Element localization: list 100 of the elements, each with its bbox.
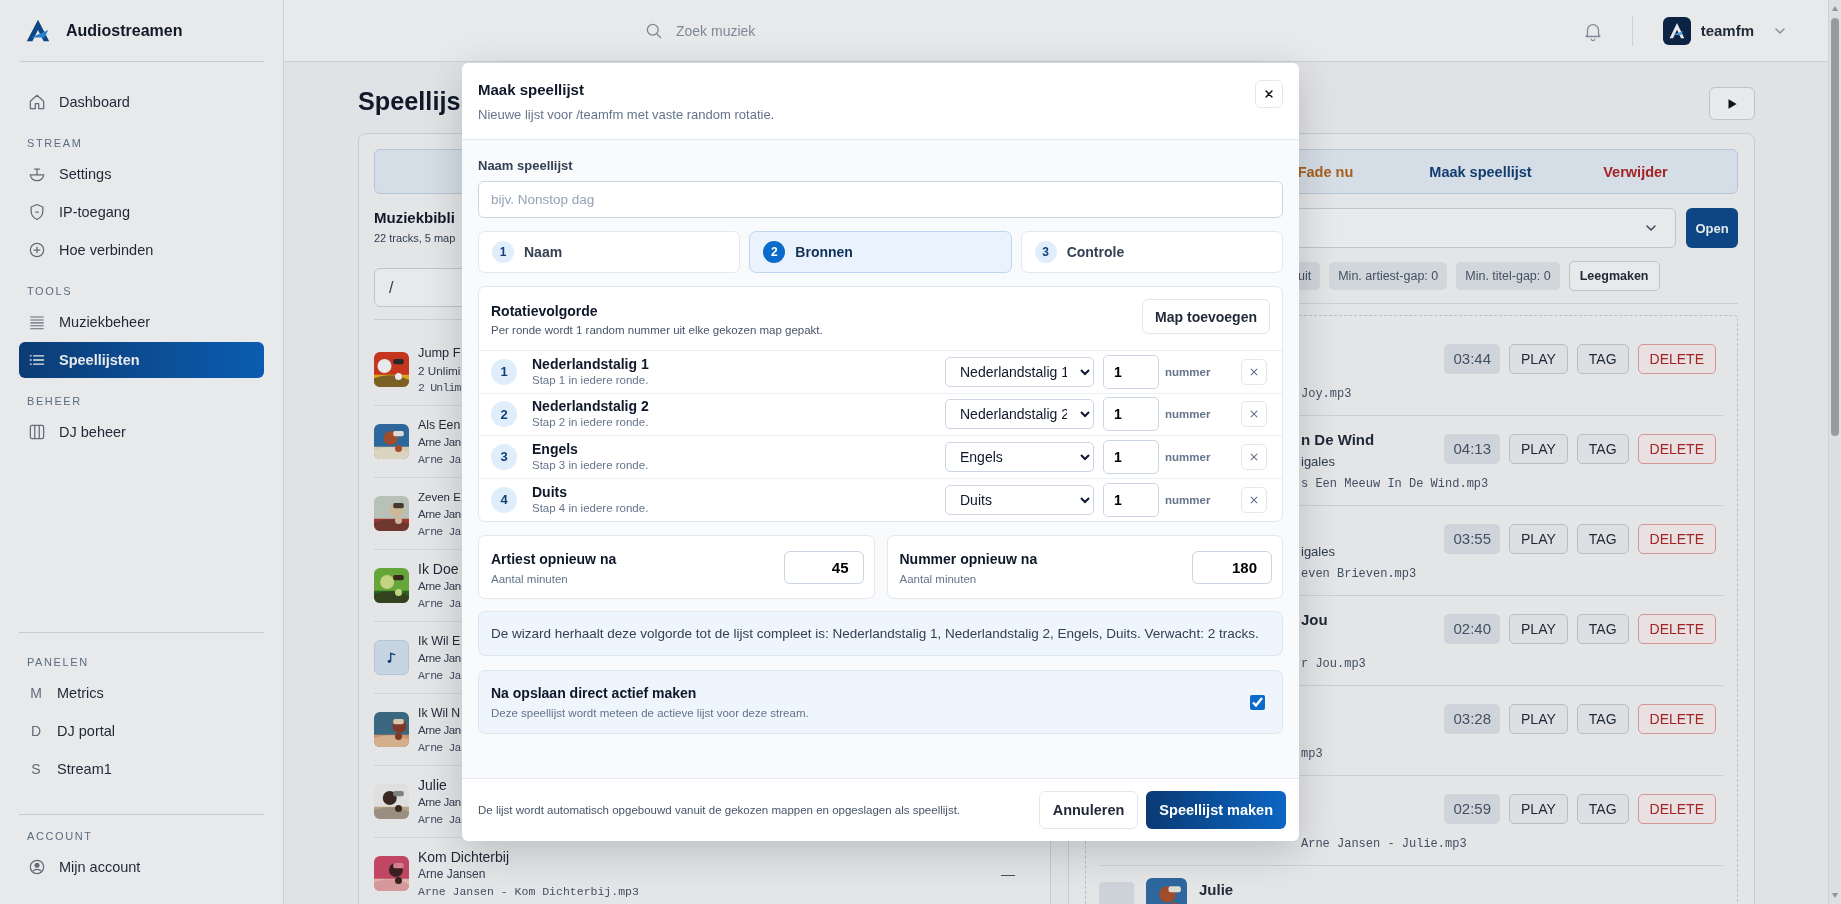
duration-label: 03:55 — [1444, 524, 1500, 554]
track-title: Als Een — [418, 416, 461, 434]
minutes-field[interactable]: 45 — [783, 550, 864, 584]
tag-button[interactable]: TAG — [1576, 524, 1629, 554]
track-artist: igales — [1301, 453, 1335, 471]
setting-chip: Min. titel-gap: 0 — [1456, 262, 1560, 290]
step-hint: Stap 2 in iedere ronde. — [532, 415, 650, 431]
folder-select[interactable]: Engels — [945, 441, 1094, 472]
track-file: Arne Ja — [418, 595, 461, 612]
tag-button[interactable]: TAG — [1576, 704, 1629, 734]
setting-hint: Aantal minuten — [491, 572, 569, 585]
cancel-button[interactable]: Annuleren — [1038, 791, 1139, 829]
clear-button[interactable]: Leegmaken — [1568, 261, 1660, 291]
track-file: Arne Ja — [418, 451, 461, 468]
track-file: s Een Meeuw In De Wind.mp3 — [1301, 476, 1490, 493]
sidebar-item[interactable]: Muziekbeheer — [19, 304, 264, 340]
user-name[interactable]: teamfm — [1700, 22, 1754, 39]
track-title: Ik Doe — [418, 559, 459, 578]
delete-button[interactable]: DELETE — [1637, 344, 1716, 374]
step-number: 3 — [491, 443, 517, 470]
open-button[interactable]: Open — [1686, 208, 1738, 248]
columns-icon — [27, 422, 47, 442]
sidebar-item[interactable]: Settings — [19, 156, 264, 192]
step-tab[interactable]: 1 Naam — [478, 231, 741, 273]
name-field[interactable]: bijv. Nonstop dag — [478, 181, 1283, 218]
track-title: Zeven E — [418, 489, 461, 505]
step-tab[interactable]: 2 Bronnen — [749, 231, 1012, 273]
track-title: Ik Wil E — [418, 632, 461, 650]
sidebar-item[interactable]: Dashboard — [19, 84, 264, 120]
unit-label: nummer — [1165, 450, 1212, 463]
track-title: Jump F — [418, 343, 461, 362]
track-file: mp3 — [1301, 746, 1324, 763]
action-link[interactable]: Verwijder — [1558, 163, 1713, 180]
tag-button[interactable]: TAG — [1576, 794, 1629, 824]
checkbox[interactable] — [1250, 694, 1265, 710]
play-button[interactable]: PLAY — [1509, 614, 1568, 644]
play-button[interactable]: PLAY — [1509, 524, 1568, 554]
track-artist: Arne Jan — [418, 650, 461, 666]
section-heading: TOOLS — [26, 284, 74, 299]
step-hint: Stap 3 in iedere ronde. — [532, 457, 650, 473]
play-button[interactable]: PLAY — [1509, 704, 1568, 734]
section-hint: Per ronde wordt 1 random nummer uit elke gekozen map gepakt. — [491, 324, 823, 336]
setting-label: Artiest opnieuw na — [491, 549, 617, 568]
sidebar-item[interactable]: Hoe verbinden — [19, 232, 264, 268]
count-field[interactable]: 1 — [1103, 439, 1159, 474]
setting-hint: Aantal minuten — [899, 572, 978, 585]
section-title: Rotatievolgorde — [491, 302, 599, 320]
count-field[interactable]: 1 — [1103, 397, 1159, 432]
play-button[interactable] — [1709, 87, 1755, 120]
folder-select[interactable]: Duits — [945, 484, 1094, 515]
track-title: Kom Dichterbij — [418, 847, 510, 866]
setting-chip: Min. artiest-gap: 0 — [1329, 262, 1448, 290]
track-file: r Jou.mp3 — [1301, 656, 1367, 673]
track-file: Arne Ja — [418, 811, 461, 828]
tag-button[interactable]: TAG — [1576, 434, 1629, 464]
sidebar-item[interactable]: DJ beheer — [19, 414, 264, 450]
track-artist: Arne Jan — [418, 578, 461, 594]
track-artist: 2 Unlimi — [418, 362, 461, 379]
track-file: Arne Jansen - Kom Dichterbij.mp3 — [418, 883, 639, 900]
close-icon — [1262, 87, 1276, 101]
play-button[interactable]: PLAY — [1509, 434, 1568, 464]
play-button[interactable]: PLAY — [1509, 794, 1568, 824]
tag-button[interactable]: TAG — [1576, 614, 1629, 644]
unit-label: nummer — [1165, 408, 1212, 421]
tag-button[interactable]: TAG — [1576, 344, 1629, 374]
delete-button[interactable]: DELETE — [1637, 794, 1716, 824]
track-file: Arne Ja — [418, 667, 461, 684]
action-link[interactable]: Maak speellijst — [1403, 163, 1558, 180]
track-artist: Arne Jan — [418, 722, 461, 738]
sidebar-item[interactable]: Mijn account — [19, 849, 264, 885]
add-folder-button[interactable]: Map toevoegen — [1142, 299, 1270, 334]
dialog-title: Maak speellijst — [478, 80, 585, 100]
folder-name: Engels — [532, 440, 579, 458]
count-field[interactable]: 1 — [1103, 482, 1159, 517]
sidebar-item[interactable]: S Stream1 — [19, 751, 264, 787]
duration-label: 02:59 — [1444, 794, 1500, 824]
sidebar-item[interactable]: IP-toegang — [19, 194, 264, 230]
page-title: Speellijs — [358, 87, 461, 116]
track-title: Ik Wil N — [418, 704, 461, 722]
search-field[interactable]: Zoek muziek — [676, 22, 876, 39]
delete-button[interactable]: DELETE — [1637, 704, 1716, 734]
unit-label: nummer — [1165, 493, 1212, 506]
sidebar-item[interactable]: M Metrics — [19, 675, 264, 711]
submit-button[interactable]: Speellijst maken — [1146, 791, 1286, 829]
sidebar-item[interactable]: D DJ portal — [19, 713, 264, 749]
track-file: even Brieven.mp3 — [1301, 566, 1418, 583]
folder-name: Nederlandstalig 1 — [532, 355, 650, 373]
step-number: 4 — [491, 486, 517, 513]
count-field[interactable]: 1 — [1103, 354, 1159, 389]
unit-label: nummer — [1165, 365, 1212, 378]
delete-button[interactable]: DELETE — [1637, 524, 1716, 554]
step-tab[interactable]: 3 Controle — [1020, 231, 1283, 273]
delete-button[interactable]: DELETE — [1637, 434, 1716, 464]
delete-button[interactable]: DELETE — [1637, 614, 1716, 644]
minutes-field[interactable]: 180 — [1192, 550, 1272, 584]
avatar[interactable] — [1662, 16, 1691, 45]
track-artist: Arne Jan — [418, 506, 461, 522]
close-button[interactable] — [1255, 80, 1283, 108]
sidebar-item[interactable]: Speellijsten — [19, 342, 264, 378]
play-button[interactable]: PLAY — [1509, 344, 1568, 374]
